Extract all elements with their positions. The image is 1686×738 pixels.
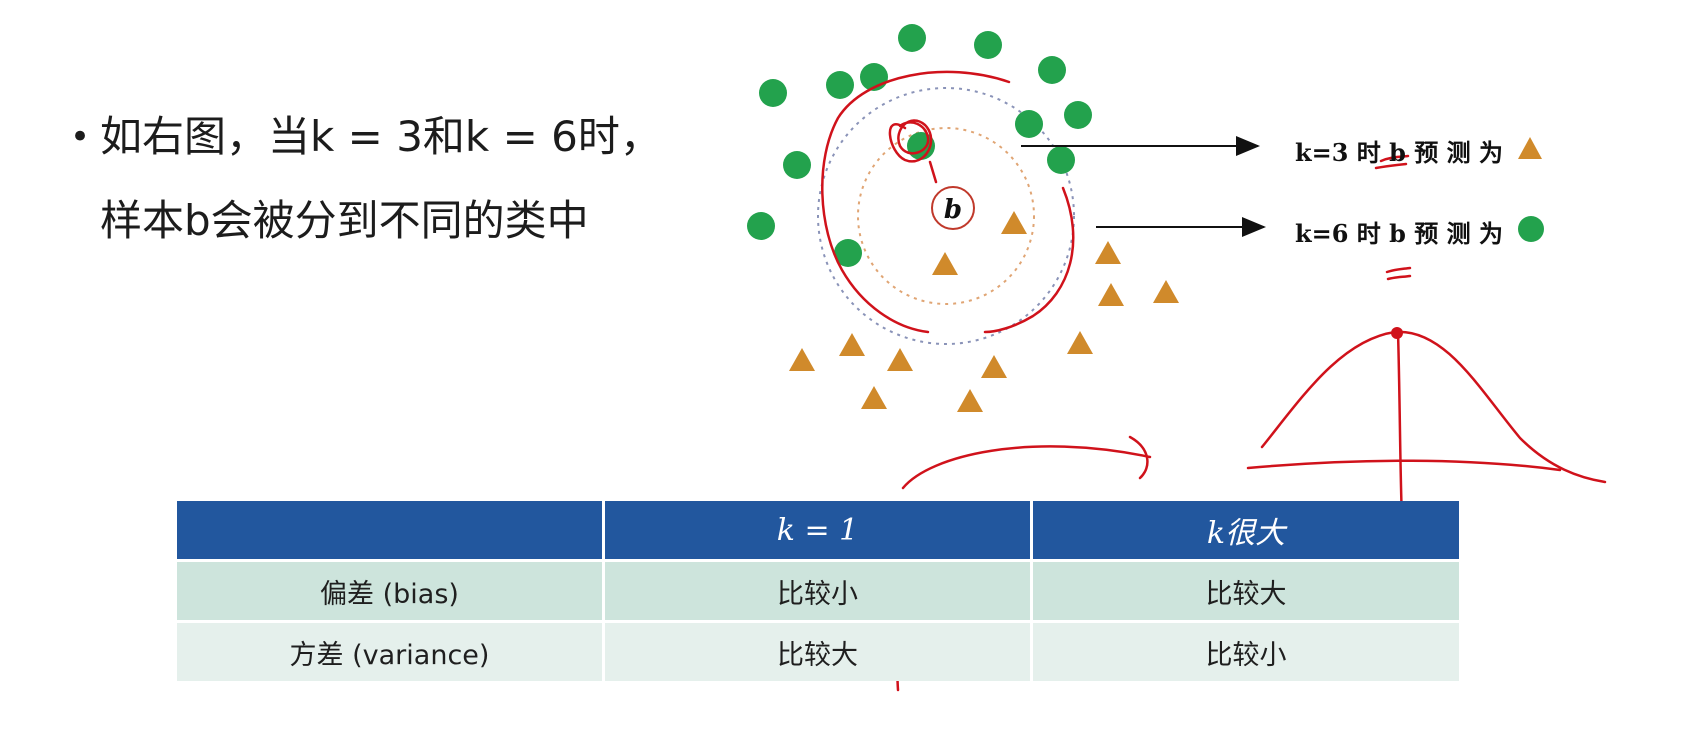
table-header-empty xyxy=(177,501,602,559)
table-cell: 比较小 xyxy=(1033,623,1459,681)
red-boundary-stroke xyxy=(983,186,1075,334)
red-mark xyxy=(1386,274,1412,281)
table-cell: 方差 (variance) xyxy=(177,623,602,681)
green-point xyxy=(747,212,775,240)
orange-triangle xyxy=(1095,241,1121,264)
red-arrow-head xyxy=(1128,435,1149,480)
red-boundary-stroke xyxy=(821,70,1011,334)
green-point xyxy=(974,31,1002,59)
green-point xyxy=(1047,146,1075,174)
red-arrow-curve xyxy=(901,445,1152,490)
bias-variance-table: k = 1 k很大 偏差 (bias) 比较小 比较大 方差 (variance… xyxy=(174,498,1462,684)
table-cell: 比较大 xyxy=(1033,562,1459,620)
table-header-k-large: k很大 xyxy=(1033,501,1459,559)
red-axis-stroke xyxy=(1396,330,1404,522)
circle-icon xyxy=(1517,215,1545,249)
orange-triangle xyxy=(1098,283,1124,306)
table-cell: 比较小 xyxy=(605,562,1030,620)
legend-k3: k=3 时 b 预 测 为 xyxy=(1295,133,1543,168)
green-point xyxy=(783,151,811,179)
orange-triangle xyxy=(932,252,958,275)
legend-k6: k=6 时 b 预 测 为 xyxy=(1295,214,1545,249)
green-point xyxy=(826,71,854,99)
green-point xyxy=(759,79,787,107)
triangle-icon xyxy=(1517,136,1543,166)
orange-triangle xyxy=(957,389,983,412)
red-mark xyxy=(1385,266,1412,274)
orange-triangle xyxy=(1067,331,1093,354)
red-peak-dot xyxy=(1391,327,1403,339)
orange-triangle xyxy=(1153,280,1179,303)
orange-triangle xyxy=(887,348,913,371)
green-point xyxy=(1015,110,1043,138)
table-row: 方差 (variance) 比较大 比较小 xyxy=(177,623,1459,681)
orange-triangle xyxy=(981,355,1007,378)
green-point xyxy=(898,24,926,52)
orange-triangle xyxy=(839,333,865,356)
table-header-k1: k = 1 xyxy=(605,501,1030,559)
red-pointer xyxy=(928,160,938,184)
table-header-row: k = 1 k很大 xyxy=(177,501,1459,559)
legend-k3-text: k=3 时 b 预 测 为 xyxy=(1295,138,1503,167)
orange-triangle xyxy=(789,348,815,371)
sample-b-label: b xyxy=(944,195,962,225)
table-row: 偏差 (bias) 比较小 比较大 xyxy=(177,562,1459,620)
legend-k6-text: k=6 时 b 预 测 为 xyxy=(1295,219,1503,248)
green-point xyxy=(1038,56,1066,84)
red-bell-curve xyxy=(1260,330,1607,484)
orange-triangle xyxy=(1001,211,1027,234)
orange-triangle xyxy=(861,386,887,409)
table-cell: 偏差 (bias) xyxy=(177,562,602,620)
red-axis-stroke xyxy=(1246,459,1562,472)
table-cell: 比较大 xyxy=(605,623,1030,681)
green-point xyxy=(1064,101,1092,129)
